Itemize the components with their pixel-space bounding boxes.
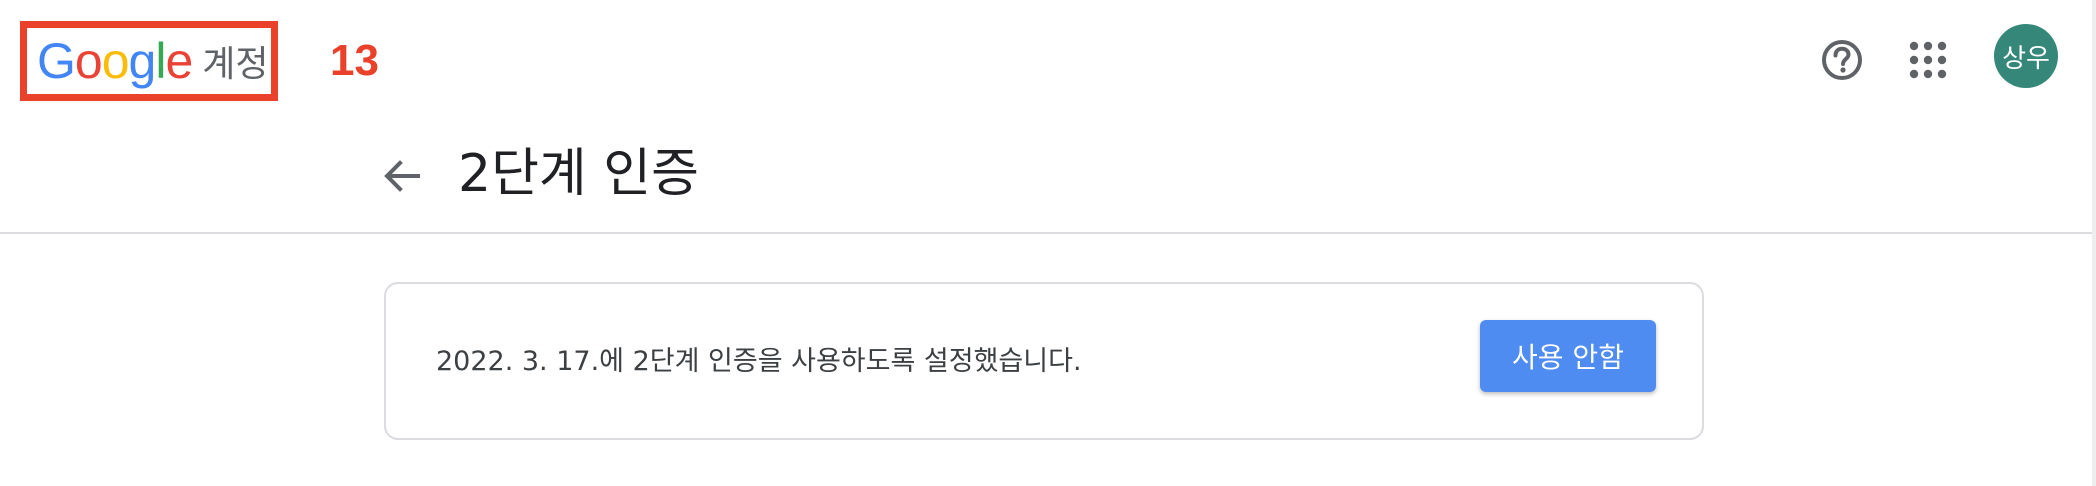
page-title: 2단계 인증: [458, 144, 699, 204]
back-button[interactable]: [380, 154, 424, 198]
google-account-logo-highlight[interactable]: Google 계정: [20, 21, 278, 101]
header-divider: [0, 232, 2096, 234]
apps-grid-icon: [1909, 41, 1947, 79]
help-button[interactable]: [1818, 36, 1866, 84]
page: Google 계정 13 상우 2단계 인증 2022. 3. 17.에 2단계: [0, 0, 2096, 486]
annotation-number: 13: [330, 36, 379, 85]
logo-suffix-account: 계정: [202, 44, 269, 85]
logo-letter: g: [128, 33, 157, 89]
window-edge: [2092, 0, 2096, 486]
apps-button[interactable]: [1906, 38, 1950, 82]
logo-letter: e: [165, 33, 193, 89]
logo-letter: o: [74, 33, 103, 89]
account-avatar[interactable]: 상우: [1994, 24, 2058, 88]
help-circle-icon: [1822, 40, 1862, 80]
logo-letter: o: [101, 33, 130, 89]
status-text: 2022. 3. 17.에 2단계 인증을 사용하도록 설정했습니다.: [436, 346, 1082, 377]
two-step-status-card: 2022. 3. 17.에 2단계 인증을 사용하도록 설정했습니다. 사용 안…: [384, 282, 1704, 440]
logo-letter: G: [37, 33, 76, 89]
logo-letter: l: [155, 33, 166, 89]
arrow-back-icon: [384, 160, 420, 192]
google-logo: Google: [37, 33, 193, 89]
turn-off-button[interactable]: 사용 안함: [1480, 320, 1656, 392]
